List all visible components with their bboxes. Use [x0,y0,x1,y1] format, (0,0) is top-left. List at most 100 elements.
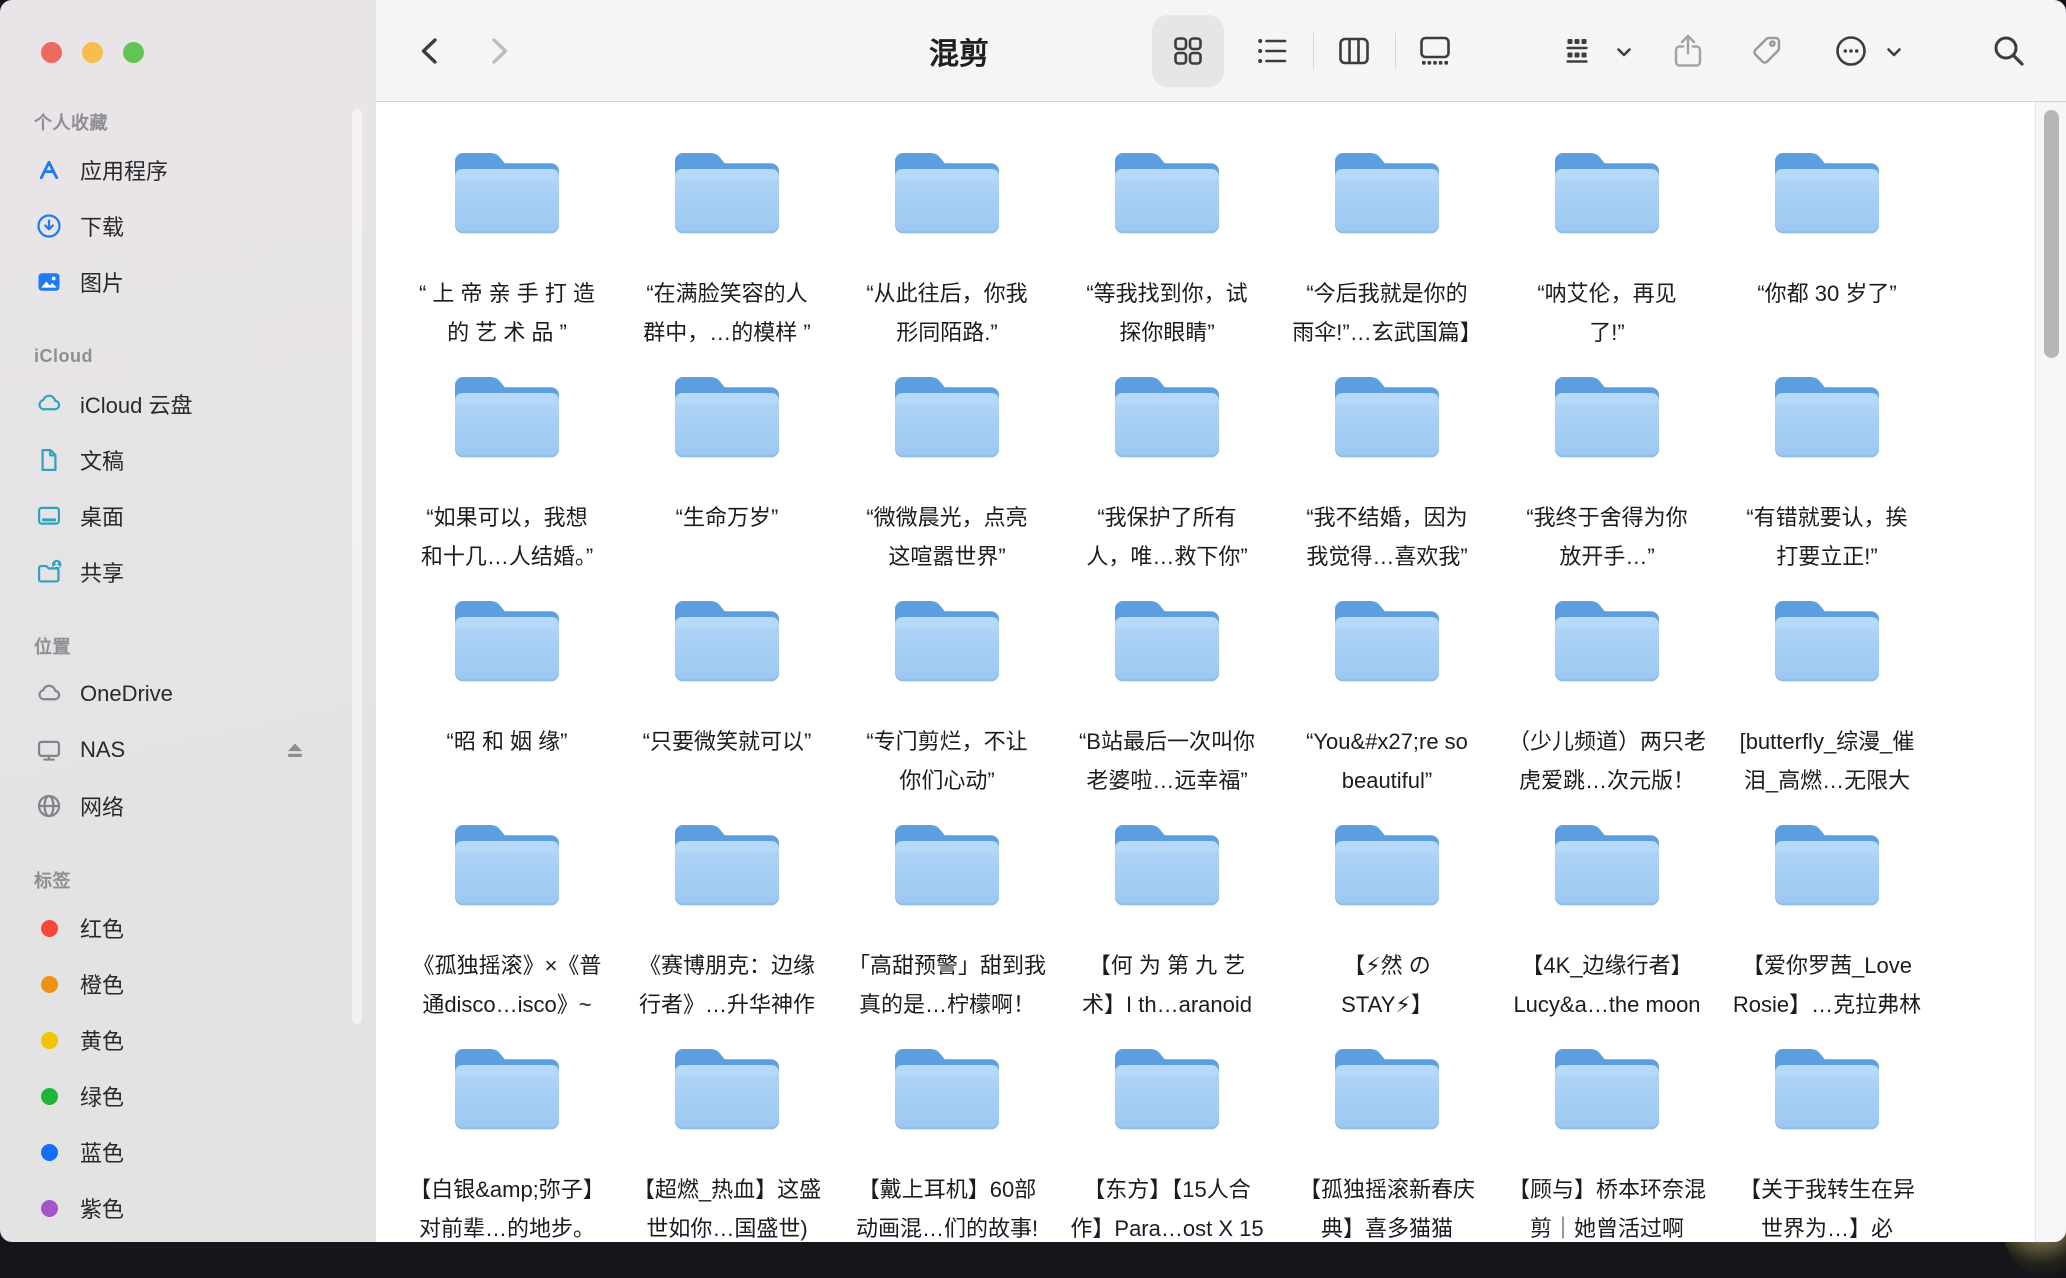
folder-item[interactable]: “呐艾伦，再见 了!” [1497,147,1717,371]
tag-button[interactable] [1747,31,1787,71]
folder-item[interactable]: “今后我就是你的 雨伞!”…玄武国篇】 [1277,147,1497,371]
folder-name: 【戴上耳机】60部 动画混…们的故事! [856,1170,1038,1242]
folder-name: “You&#x27;re so beautiful” [1306,722,1468,800]
back-button[interactable] [411,31,451,71]
folder-item[interactable]: “你都 30 岁了” [1717,147,1937,371]
sidebar-item-tag-yellow[interactable]: 黄色 [0,1012,362,1068]
tag-dot [34,913,64,943]
eject-button[interactable] [282,737,308,763]
sidebar-scrollbar[interactable] [352,109,362,1024]
folder-name: “ 上 帝 亲 手 打 造 的 艺 术 品 ” [419,274,595,352]
sidebar-item-shared[interactable]: 共享 [0,544,362,600]
chevron-left-icon [411,31,451,71]
group-button[interactable] [1557,31,1597,71]
sidebar-section-header: iCloud [0,336,362,376]
folder-item[interactable]: 【白银&amp;弥子】 对前辈…的地步。 [397,1043,617,1242]
sidebar-item-label: 红色 [80,912,124,944]
content-scrollbar-track[interactable] [2035,102,2066,1242]
view-columns-button[interactable] [1334,31,1374,71]
folder-item[interactable]: “ 上 帝 亲 手 打 造 的 艺 术 品 ” [397,147,617,371]
grid-view-icon [1168,31,1208,71]
folder-item[interactable]: 【⚡然 の STAY⚡】 [1277,819,1497,1043]
folder-icon [1769,147,1885,241]
sidebar-item-label: 图片 [80,266,124,298]
folder-item[interactable]: “只要微笑就可以” [617,595,837,819]
search-button[interactable] [1989,31,2029,71]
sidebar-item-tag-blue[interactable]: 蓝色 [0,1124,362,1180]
folder-item[interactable]: “昭 和 姻 缘” [397,595,617,819]
folder-item[interactable]: 【何 为 第 九 艺 术】I th…aranoid [1057,819,1277,1043]
folder-item[interactable]: “有错就要认，挨 打要立正!” [1717,371,1937,595]
folder-name: 【⚡然 の STAY⚡】 [1341,946,1433,1024]
folder-icon [1329,595,1445,689]
folder-item[interactable]: 【爱你罗茜_Love Rosie】…克拉弗林 [1717,819,1937,1043]
forward-button[interactable] [478,31,518,71]
folder-name: 【爱你罗茜_Love Rosie】…克拉弗林 [1733,946,1921,1024]
folder-item[interactable]: “从此往后，你我 形同陌路.” [837,147,1057,371]
more-button[interactable] [1831,31,1871,71]
sidebar-item-documents[interactable]: 文稿 [0,432,362,488]
folder-item[interactable]: 「高甜预警」甜到我 真的是…柠檬啊！ [837,819,1057,1043]
zoom-button[interactable] [123,42,144,63]
folder-icon [449,595,565,689]
folder-item[interactable]: 【戴上耳机】60部 动画混…们的故事! [837,1043,1057,1242]
view-grid-button[interactable] [1168,31,1208,71]
sidebar-item-label: 桌面 [80,500,124,532]
folder-name: （少儿频道）两只老 虎爱跳…次元版！ [1508,722,1706,800]
folder-grid: “ 上 帝 亲 手 打 造 的 艺 术 品 ” “在满脸笑容的人 群中，…的模样 … [397,147,1937,1242]
folder-name: “微微晨光，点亮 这喧嚣世界” [866,498,1027,576]
folder-name: 【东方】【15人合 作】Para…ost X 15 [1070,1170,1263,1242]
folder-item[interactable]: 【顾与】桥本环奈混 剪｜她曾活过啊 [1497,1043,1717,1242]
folder-item[interactable]: “我保护了所有 人，唯…救下你” [1057,371,1277,595]
sidebar-item-onedrive[interactable]: OneDrive [0,666,362,722]
folder-item[interactable]: “微微晨光，点亮 这喧嚣世界” [837,371,1057,595]
view-list-button[interactable] [1252,31,1292,71]
sidebar-item-applications[interactable]: 应用程序 [0,142,362,198]
folder-item[interactable]: 【超燃_热血】这盛 世如你…国盛世) [617,1043,837,1242]
group-dropdown-chevron[interactable] [1614,42,1634,62]
content-scrollbar-thumb[interactable] [2044,110,2059,358]
folder-icon [669,819,785,913]
folder-item[interactable]: “等我找到你，试 探你眼睛” [1057,147,1277,371]
folder-item[interactable]: 【4K_边缘行者】 Lucy&a…the moon [1497,819,1717,1043]
folder-name: “我不结婚，因为 我觉得…喜欢我” [1306,498,1467,576]
folder-item[interactable]: （少儿频道）两只老 虎爱跳…次元版！ [1497,595,1717,819]
folder-item[interactable]: 【关于我转生在异 世界为…】必火！！！ [1717,1043,1937,1242]
view-gallery-button[interactable] [1415,31,1455,71]
share-button[interactable] [1668,31,1708,71]
minimize-button[interactable] [82,42,103,63]
folder-item[interactable]: [butterfly_综漫_催 泪_高燃…无限大 [1717,595,1937,819]
folder-item[interactable]: 【东方】【15人合 作】Para…ost X 15 [1057,1043,1277,1242]
folder-item[interactable]: “专门剪烂，不让 你们心动” [837,595,1057,819]
tag-dot [34,969,64,999]
sidebar-item-downloads[interactable]: 下载 [0,198,362,254]
sidebar-item-tag-green[interactable]: 绿色 [0,1068,362,1124]
folder-icon [889,371,1005,465]
folder-item[interactable]: 《孤独摇滚》×《普 通disco…isco》~ [397,819,617,1043]
sidebar-item-icloud-drive[interactable]: iCloud 云盘 [0,376,362,432]
folder-name: [butterfly_综漫_催 泪_高燃…无限大 [1740,722,1915,800]
cloud-icon [34,389,64,419]
folder-item[interactable]: “如果可以，我想 和十几…人结婚。” [397,371,617,595]
folder-item[interactable]: 《赛博朋克：边缘 行者》…升华神作 [617,819,837,1043]
folder-icon [1549,1043,1665,1137]
sidebar-item-network[interactable]: 网络 [0,778,362,834]
folder-item[interactable]: “我不结婚，因为 我觉得…喜欢我” [1277,371,1497,595]
folder-item[interactable]: 【孤独摇滚新春庆 典】喜多猫猫 [1277,1043,1497,1242]
folder-item[interactable]: “B站最后一次叫你 老婆啦…远幸福” [1057,595,1277,819]
sidebar-item-tag-red[interactable]: 红色 [0,900,362,956]
sidebar-item-desktop[interactable]: 桌面 [0,488,362,544]
folder-item[interactable]: “生命万岁” [617,371,837,595]
folder-name: “B站最后一次叫你 老婆啦…远幸福” [1079,722,1255,800]
sidebar-item-pictures[interactable]: 图片 [0,254,362,310]
folder-item[interactable]: “我终于舍得为你 放开手…” [1497,371,1717,595]
sidebar-item-nas[interactable]: NAS [0,722,362,778]
sidebar-item-tag-purple[interactable]: 紫色 [0,1180,362,1236]
sidebar-item-tag-orange[interactable]: 橙色 [0,956,362,1012]
finder-window: 个人收藏应用程序下载图片iCloudiCloud 云盘文稿桌面共享位置OneDr… [0,0,2066,1242]
folder-item[interactable]: “在满脸笑容的人 群中，…的模样 ” [617,147,837,371]
folder-item[interactable]: “You&#x27;re so beautiful” [1277,595,1497,819]
more-dropdown-chevron[interactable] [1884,42,1904,62]
close-button[interactable] [41,42,62,63]
sidebar: 个人收藏应用程序下载图片iCloudiCloud 云盘文稿桌面共享位置OneDr… [0,0,376,1242]
